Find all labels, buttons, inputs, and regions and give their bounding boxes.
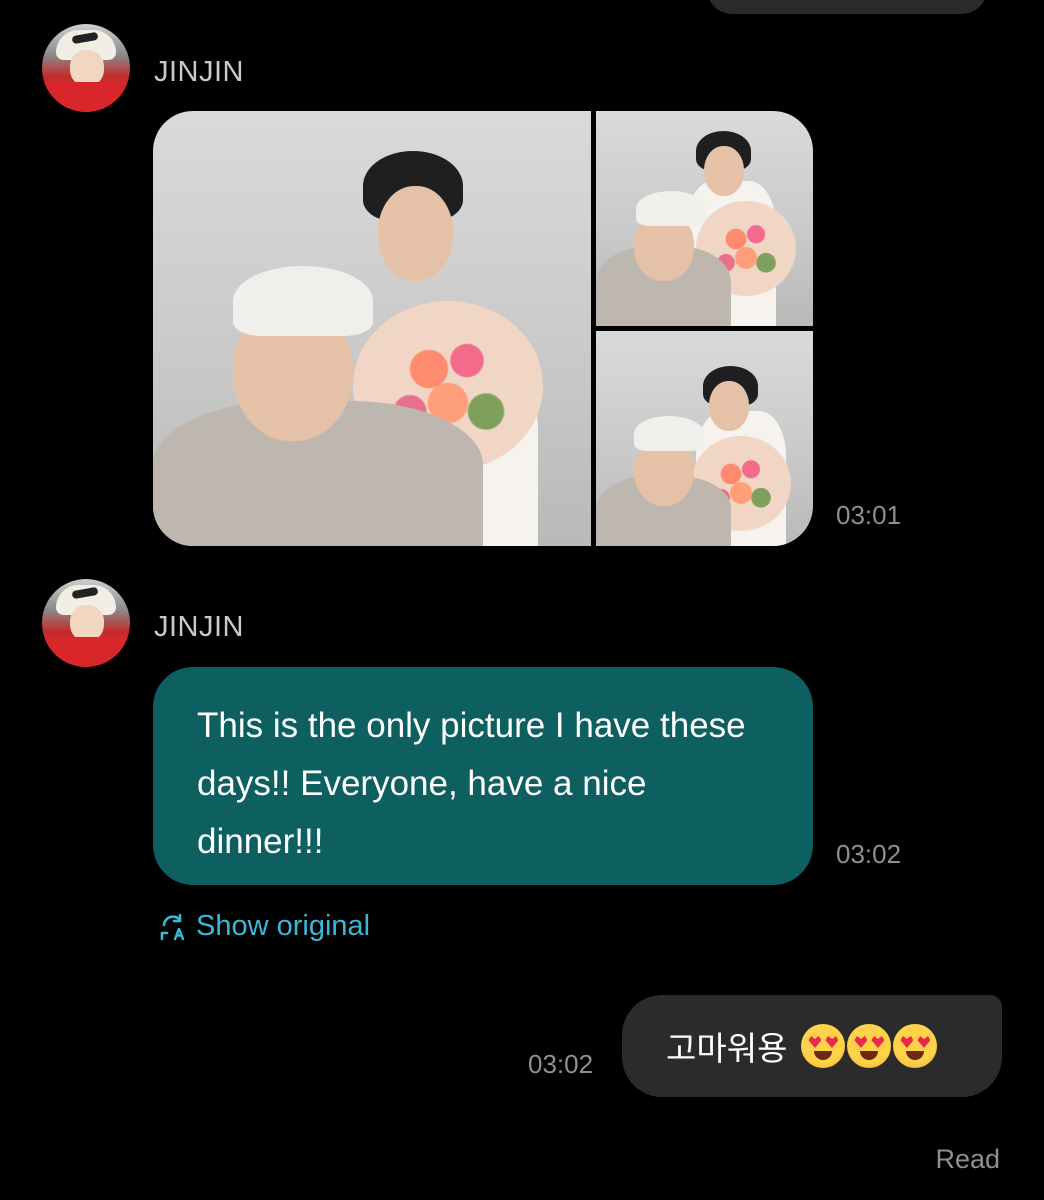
photo-3[interactable]: [596, 331, 813, 546]
outgoing-message-text: 고마워용: [666, 1030, 788, 1067]
emoji-row: [801, 1024, 938, 1068]
message-text: This is the only picture I have these da…: [197, 706, 746, 861]
photo-grid[interactable]: [153, 111, 813, 546]
sender-name: JINJIN: [154, 611, 244, 643]
message-time: 03:02: [528, 1049, 594, 1079]
message-time: 03:01: [836, 500, 902, 530]
translate-icon: [160, 913, 185, 940]
show-original-label: Show original: [196, 910, 371, 942]
sender-name: JINJIN: [154, 56, 244, 88]
heart-eyes-emoji-icon: [801, 1024, 846, 1068]
show-original-link[interactable]: Show original: [158, 910, 370, 943]
sender-avatar[interactable]: [42, 579, 130, 667]
photo-1[interactable]: [153, 111, 591, 546]
photo-2[interactable]: [596, 111, 813, 326]
message-time: 03:02: [836, 839, 902, 869]
previous-message-bubble: [706, 0, 988, 14]
heart-eyes-emoji-icon: [893, 1024, 938, 1068]
read-status: Read: [935, 1144, 1000, 1174]
message-bubble[interactable]: This is the only picture I have these da…: [153, 667, 813, 885]
outgoing-message-bubble[interactable]: 고마워용: [622, 995, 1002, 1097]
sender-avatar[interactable]: [42, 24, 130, 112]
heart-eyes-emoji-icon: [847, 1024, 892, 1068]
